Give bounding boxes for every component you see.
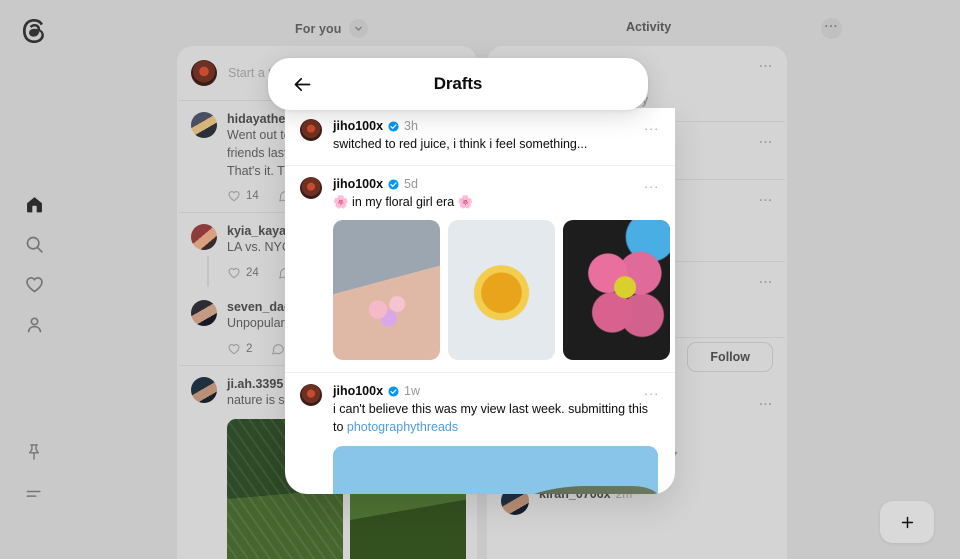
like-action[interactable]: 24 [227,266,259,280]
avatar[interactable] [191,60,217,86]
draft-mention-link[interactable]: photographythreads [347,420,458,434]
verified-badge-icon [388,386,399,397]
threads-app-window: For you Activity ··· Start a thread... h… [0,0,960,559]
sidebar-item-search[interactable] [21,231,47,257]
draft-item[interactable]: ··· jiho100x 3h switched to red juice, i th… [285,108,675,165]
feed-selector-label: For you [295,21,342,36]
like-action-count: 2 [246,342,253,355]
avatar[interactable] [191,376,217,403]
activity-item-more-button[interactable]: ··· [759,136,773,148]
draft-text: i can't believe this was my view last we… [333,402,649,435]
draft-image[interactable] [448,220,555,361]
pin-icon[interactable] [21,439,47,465]
avatar[interactable] [191,112,217,138]
draft-image[interactable] [333,220,440,361]
page-title: Drafts [433,74,483,93]
chevron-down-icon[interactable] [348,19,368,38]
draft-username: jiho100x [333,119,384,133]
verified-badge-icon [388,120,399,132]
avatar[interactable] [300,177,322,200]
follow-button[interactable]: Follow [687,342,773,372]
draft-timestamp: 3h [404,119,418,133]
draft-item[interactable]: ··· jiho100x 5d 🌸 in my floral girl era 🌸 [285,165,675,372]
image [563,220,670,361]
threads-logo-icon[interactable] [19,16,49,46]
rail-secondary-nav [21,439,47,507]
draft-more-button[interactable]: ··· [644,122,659,135]
left-navigation-rail [0,0,68,559]
activity-more-button[interactable]: ··· [821,18,842,39]
verified-badge-icon [388,179,399,190]
rail-primary-nav [21,191,47,337]
drafts-list: ··· jiho100x 3h switched to red juice, i th… [285,108,675,494]
sidebar-item-profile[interactable] [21,311,47,337]
activity-item-more-button[interactable]: ··· [759,398,773,410]
thread-connector [207,256,209,287]
top-bar: For you Activity ··· [68,0,960,46]
create-post-fab[interactable] [880,501,934,543]
drafts-modal-body: ··· jiho100x 3h switched to red juice, i th… [285,108,675,494]
draft-text: 🌸 in my floral girl era 🌸 [333,195,474,210]
activity-column-title: Activity [626,20,672,34]
feed-selector[interactable]: For you [295,19,368,38]
drafts-modal-header: Drafts [268,58,648,110]
avatar[interactable] [300,119,322,141]
avatar[interactable] [191,224,217,251]
avatar[interactable] [191,300,217,326]
draft-image[interactable] [563,220,670,361]
menu-icon[interactable] [21,481,47,507]
draft-hero-image[interactable] [333,445,658,494]
sidebar-item-activity[interactable] [21,271,47,297]
avatar[interactable] [300,384,322,407]
draft-more-button[interactable]: ··· [644,180,659,193]
draft-image-gallery [333,220,670,361]
activity-item-more-button[interactable]: ··· [759,276,773,288]
like-action[interactable]: 14 [227,189,259,203]
draft-timestamp: 1w [404,384,421,399]
image [333,445,658,494]
draft-text: switched to red juice, i think i feel so… [333,137,588,151]
post-username: ji.ah.3395 [227,376,284,391]
draft-more-button[interactable]: ··· [644,387,659,400]
draft-username: jiho100x [333,384,384,399]
draft-username: jiho100x [333,177,384,192]
sidebar-item-home[interactable] [21,191,47,217]
activity-item-more-button[interactable]: ··· [759,60,773,72]
draft-timestamp: 5d [404,177,418,192]
like-action-count: 24 [246,267,259,279]
image [448,220,555,361]
activity-item-more-button[interactable]: ··· [759,194,773,206]
draft-item[interactable]: ··· jiho100x 1w i can't believe this was my… [285,372,675,494]
image [333,220,440,361]
like-action[interactable]: 2 [227,342,252,356]
back-arrow-icon[interactable] [286,68,318,100]
like-action-count: 14 [246,190,259,203]
